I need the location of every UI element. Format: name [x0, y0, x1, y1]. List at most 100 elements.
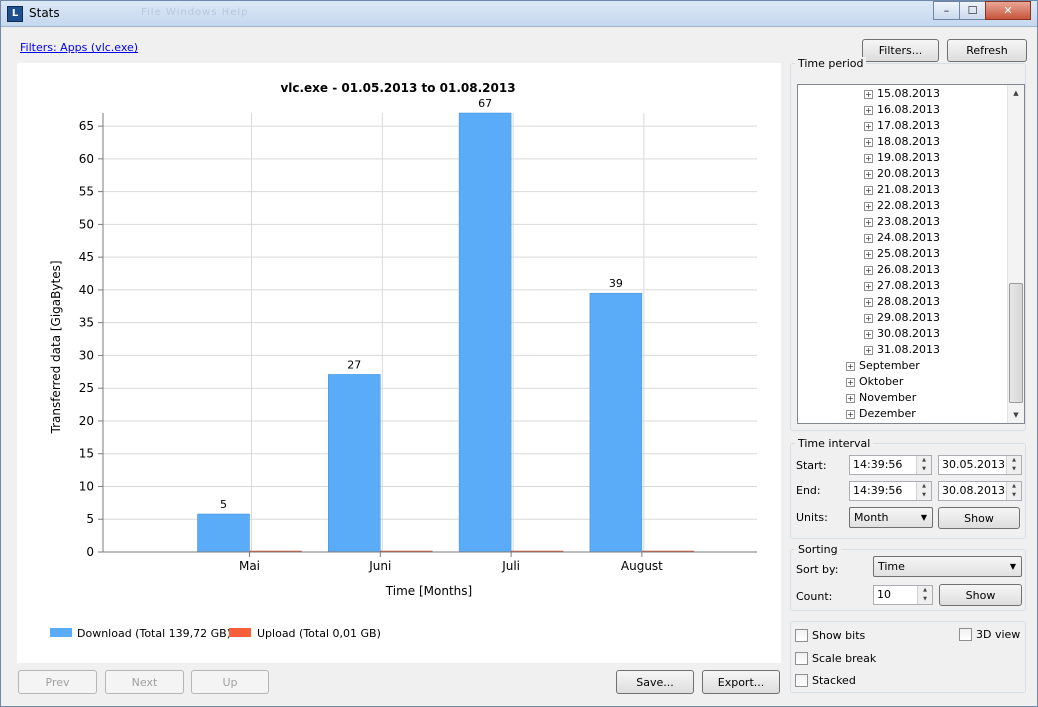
expand-icon[interactable]: +: [864, 249, 873, 259]
expand-icon[interactable]: +: [864, 297, 873, 307]
scroll-thumb[interactable]: [1009, 283, 1023, 403]
expand-icon[interactable]: +: [864, 265, 873, 275]
download-bar-juli[interactable]: [458, 112, 512, 553]
export-button[interactable]: Export...: [702, 670, 780, 694]
minimize-button[interactable]: –: [933, 1, 960, 20]
tree-day-item[interactable]: +31.08.2013: [864, 342, 940, 358]
count-spinner-icon[interactable]: ▲ ▼: [917, 586, 932, 604]
tree-day-label: 20.08.2013: [877, 167, 940, 180]
stacked-checkbox[interactable]: [795, 674, 808, 687]
tree-day-item[interactable]: +15.08.2013: [864, 86, 940, 102]
title-bar[interactable]: L Stats File Windows Help – ☐ ✕: [1, 1, 1037, 27]
expand-icon[interactable]: +: [864, 313, 873, 323]
y-axis-ticks: 0 5 10 15 20 25 30 35 40 45 50 55 60 65: [79, 119, 103, 559]
app-icon: L: [7, 6, 23, 22]
show-bits-checkbox[interactable]: [795, 629, 808, 642]
tree-day-item[interactable]: +27.08.2013: [864, 278, 940, 294]
up-button[interactable]: Up: [191, 670, 269, 694]
sorting-show-button[interactable]: Show: [939, 584, 1022, 606]
expand-icon[interactable]: +: [846, 409, 855, 419]
expand-icon[interactable]: +: [864, 169, 873, 179]
expand-icon[interactable]: +: [864, 137, 873, 147]
filters-link[interactable]: Filters: Apps (vlc.exe): [20, 41, 138, 54]
y-tick-label: 65: [79, 119, 94, 133]
sort-by-select[interactable]: Time ▼: [873, 556, 1022, 577]
tree-day-label: 24.08.2013: [877, 231, 940, 244]
tree-day-item[interactable]: +18.08.2013: [864, 134, 940, 150]
tree-day-item[interactable]: +17.08.2013: [864, 118, 940, 134]
expand-icon[interactable]: +: [864, 153, 873, 163]
tree-day-item[interactable]: +20.08.2013: [864, 166, 940, 182]
refresh-button[interactable]: Refresh: [947, 39, 1027, 62]
show-bits-label: Show bits: [812, 629, 866, 642]
tree-day-label: 19.08.2013: [877, 151, 940, 164]
download-bar-mai[interactable]: [197, 513, 250, 553]
filters-button[interactable]: Filters...: [862, 39, 939, 62]
expand-icon[interactable]: +: [864, 233, 873, 243]
tree-month-item[interactable]: + Dezember: [846, 406, 916, 422]
tree-day-item[interactable]: +28.08.2013: [864, 294, 940, 310]
maximize-button[interactable]: ☐: [959, 1, 986, 20]
tree-day-item[interactable]: +21.08.2013: [864, 182, 940, 198]
next-button[interactable]: Next: [105, 670, 184, 694]
end-time-spinner-icon[interactable]: ▲ ▼: [916, 482, 931, 500]
start-date-spinner-icon[interactable]: ▲ ▼: [1006, 456, 1021, 474]
expand-icon[interactable]: +: [864, 105, 873, 115]
download-bar-juni[interactable]: [328, 374, 381, 553]
close-button[interactable]: ✕: [985, 1, 1031, 20]
end-date-input[interactable]: 30.08.2013 ▲ ▼: [938, 481, 1022, 501]
tree-day-item[interactable]: +25.08.2013: [864, 246, 940, 262]
tree-day-item[interactable]: +19.08.2013: [864, 150, 940, 166]
tree-day-label: 15.08.2013: [877, 87, 940, 100]
y-tick-label: 60: [79, 152, 94, 166]
expand-icon[interactable]: +: [846, 377, 855, 387]
expand-icon[interactable]: +: [864, 345, 873, 355]
time-interval-title: Time interval: [795, 437, 874, 450]
tree-month-label: Dezember: [859, 407, 916, 420]
start-date-input[interactable]: 30.05.2013 ▲ ▼: [938, 455, 1022, 475]
expand-icon[interactable]: +: [864, 201, 873, 211]
start-time-input[interactable]: 14:39:56 ▲ ▼: [849, 455, 932, 475]
tree-day-item[interactable]: +30.08.2013: [864, 326, 940, 342]
tree-month-item[interactable]: + September: [846, 358, 920, 374]
tree-day-item[interactable]: +24.08.2013: [864, 230, 940, 246]
expand-icon[interactable]: +: [864, 89, 873, 99]
end-date-value: 30.08.2013: [942, 484, 1005, 497]
tree-day-label: 27.08.2013: [877, 279, 940, 292]
tree-month-item[interactable]: + November: [846, 390, 916, 406]
x-tick-label: August: [621, 559, 663, 573]
prev-button[interactable]: Prev: [18, 670, 97, 694]
tree-day-item[interactable]: +29.08.2013: [864, 310, 940, 326]
x-tick-label: Juli: [501, 559, 520, 573]
download-bar-august[interactable]: [589, 292, 643, 553]
end-date-spinner-icon[interactable]: ▲ ▼: [1006, 482, 1021, 500]
tree-day-item[interactable]: +22.08.2013: [864, 198, 940, 214]
chart-title: vlc.exe - 01.05.2013 to 01.08.2013: [280, 81, 515, 95]
expand-icon[interactable]: +: [864, 185, 873, 195]
scale-break-checkbox[interactable]: [795, 652, 808, 665]
3d-view-checkbox[interactable]: [959, 628, 972, 641]
tree-day-item[interactable]: +26.08.2013: [864, 262, 940, 278]
expand-icon[interactable]: +: [864, 217, 873, 227]
tree-scrollbar[interactable]: ▲ ▼: [1007, 85, 1024, 423]
tree-day-label: 17.08.2013: [877, 119, 940, 132]
tree-day-item[interactable]: +16.08.2013: [864, 102, 940, 118]
units-select[interactable]: Month ▼: [849, 507, 933, 528]
end-time-input[interactable]: 14:39:56 ▲ ▼: [849, 481, 932, 501]
right-panel: Time period +15.08.2013 +16.08.2013 +17.08…: [788, 57, 1028, 701]
expand-icon[interactable]: +: [864, 329, 873, 339]
tree-day-item[interactable]: +23.08.2013: [864, 214, 940, 230]
expand-icon[interactable]: +: [864, 121, 873, 131]
tree-month-item[interactable]: + Oktober: [846, 374, 903, 390]
x-tick-label: Mai: [239, 559, 260, 573]
scroll-down-icon[interactable]: ▼: [1008, 407, 1024, 423]
save-button[interactable]: Save...: [616, 670, 694, 694]
expand-icon[interactable]: +: [846, 393, 855, 403]
time-period-tree[interactable]: +15.08.2013 +16.08.2013 +17.08.2013 +18.08.…: [797, 84, 1025, 424]
expand-icon[interactable]: +: [846, 361, 855, 371]
scroll-up-icon[interactable]: ▲: [1008, 85, 1024, 101]
expand-icon[interactable]: +: [864, 281, 873, 291]
interval-show-button[interactable]: Show: [938, 507, 1020, 529]
count-input[interactable]: 10 ▲ ▼: [873, 585, 933, 605]
start-time-spinner-icon[interactable]: ▲ ▼: [916, 456, 931, 474]
